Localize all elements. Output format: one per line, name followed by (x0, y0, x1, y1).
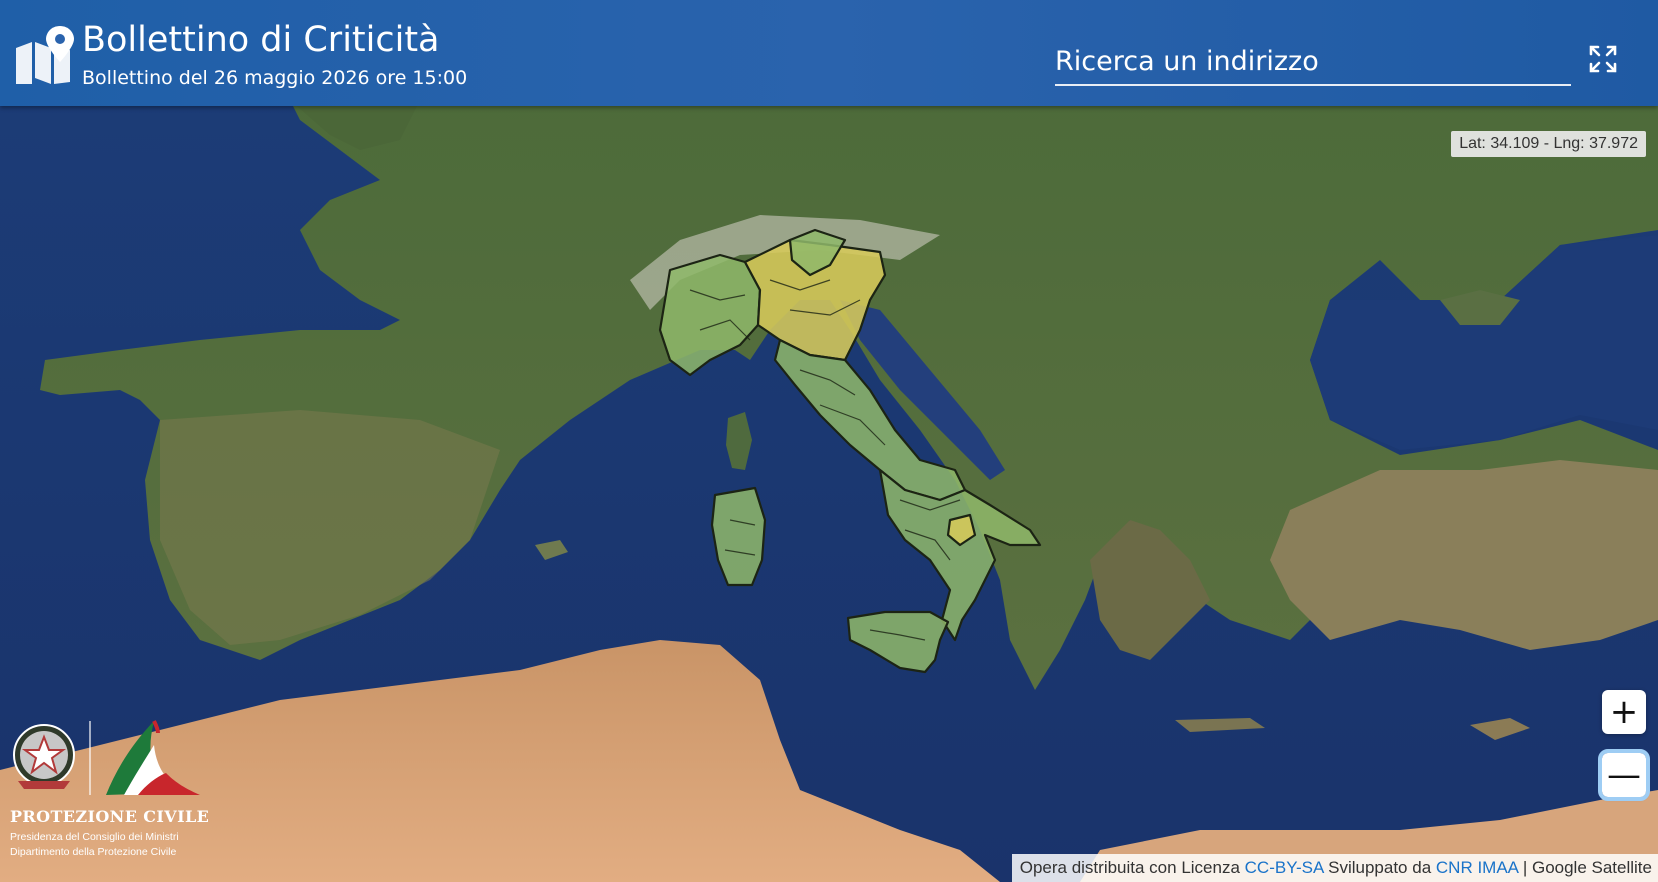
header-bar: Bollettino di Criticità Bollettino del 2… (0, 0, 1658, 106)
map-canvas[interactable] (0, 0, 1658, 882)
page-title: Bollettino di Criticità (82, 20, 440, 60)
bulletin-date: Bollettino del 26 maggio 2026 ore 15:00 (82, 67, 468, 89)
protezione-civile-mark-icon (106, 720, 200, 795)
coordinate-readout: Lat: 34.109 - Lng: 37.972 (1451, 131, 1646, 157)
satellite-basemap[interactable] (0, 0, 1658, 882)
address-search[interactable] (1055, 40, 1571, 86)
developer-link[interactable]: CNR IMAA (1436, 858, 1518, 877)
fullscreen-icon[interactable] (1588, 44, 1618, 74)
zoom-out-button[interactable]: — (1598, 749, 1650, 801)
protezione-civile-logo: PROTEZIONE CIVILE Presidenza del Consigl… (6, 715, 209, 865)
logo-name: PROTEZIONE CIVILE (10, 807, 210, 826)
zoom-in-button[interactable]: + (1602, 690, 1646, 734)
attribution-developed-by: Sviluppato da (1328, 858, 1432, 877)
search-input[interactable] (1055, 40, 1571, 82)
logo-graphics (13, 720, 200, 795)
logo-line1: Presidenza del Consiglio dei Ministri (10, 831, 179, 843)
app-root: Bollettino di Criticità Bollettino del 2… (0, 0, 1658, 882)
license-link[interactable]: CC-BY-SA (1245, 858, 1324, 877)
attribution-prefix: Opera distribuita con Licenza (1019, 858, 1240, 877)
map-attribution: Opera distribuita con Licenza CC-BY-SA S… (1011, 854, 1658, 882)
map-pin-icon (16, 26, 74, 84)
tiles-credit: Google Satellite (1531, 858, 1652, 877)
logo-line2: Dipartimento della Protezione Civile (10, 846, 177, 858)
italian-republic-emblem-icon (13, 724, 75, 789)
attribution-separator: | (1522, 858, 1528, 877)
